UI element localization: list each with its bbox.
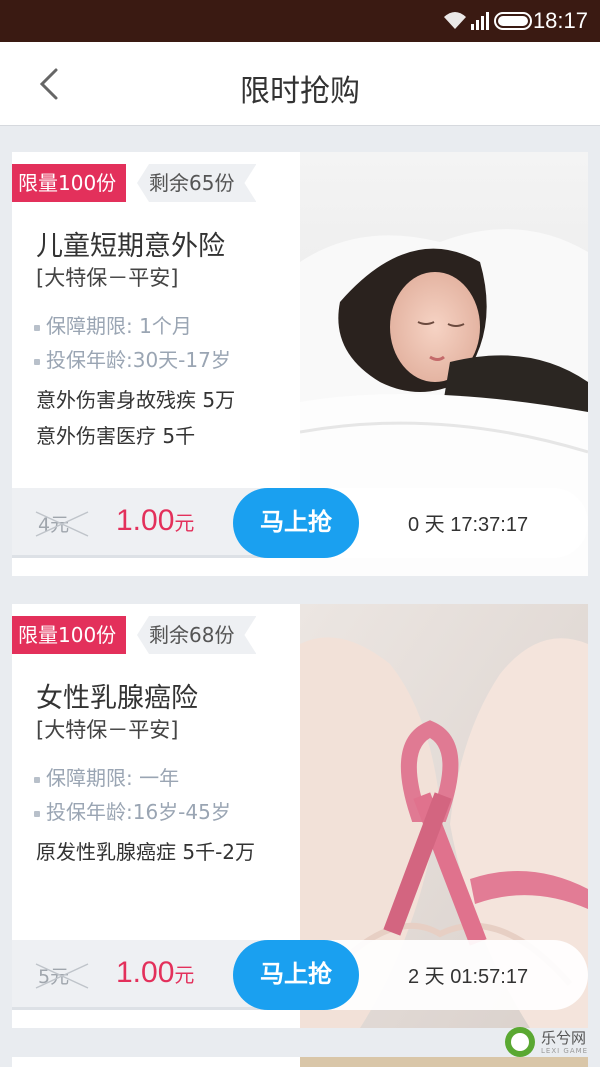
buy-now-button[interactable]: 马上抢 bbox=[233, 488, 359, 558]
coverage-item: 意外伤害身故残疾 5万 bbox=[36, 388, 236, 412]
product-name: 女性乳腺癌险 bbox=[36, 683, 198, 714]
bullet-icon bbox=[34, 776, 40, 783]
coverage-period-text: 保障期限: 1个月 bbox=[46, 314, 192, 338]
strikethrough-icon bbox=[35, 963, 89, 989]
original-price: 4元 bbox=[35, 510, 89, 538]
remaining-badge: 剩余68份 bbox=[137, 616, 256, 654]
signal-icon bbox=[471, 12, 489, 30]
insured-age-text: 投保年龄:16岁-45岁 bbox=[46, 800, 231, 824]
countdown-timer: 2 天 01:57:17 bbox=[408, 966, 529, 988]
bullet-icon bbox=[34, 324, 40, 331]
leaf-logo-icon bbox=[505, 1027, 535, 1057]
product-name: 儿童短期意外险 bbox=[36, 231, 225, 262]
sale-price-value: 1.00 bbox=[116, 504, 175, 537]
coverage-period-text: 保障期限: 一年 bbox=[46, 766, 180, 790]
watermark-subtext: LEXI GAME bbox=[541, 1047, 589, 1055]
bullet-icon bbox=[34, 358, 40, 365]
buy-now-button[interactable]: 马上抢 bbox=[233, 940, 359, 1010]
bullet-icon bbox=[34, 810, 40, 817]
watermark-logo: 乐兮网 LEXI GAME bbox=[505, 1025, 595, 1065]
product-card[interactable]: 限量100份 剩余68份 女性乳腺癌险 [大特保－平安] 保障期限: 一年 投保… bbox=[12, 604, 588, 1028]
sale-price-unit: 元 bbox=[174, 965, 195, 987]
sale-price-value: 1.00 bbox=[116, 956, 175, 989]
app-header: 限时抢购 bbox=[0, 42, 600, 126]
limit-badge: 限量100份 bbox=[12, 616, 127, 654]
countdown-timer: 0 天 17:37:17 bbox=[408, 514, 529, 536]
sale-price: 1.00元 bbox=[116, 504, 194, 538]
page-title: 限时抢购 bbox=[240, 74, 360, 109]
product-card[interactable]: 限量100份 剩余65份 儿童短期意外险 [大特保－平安] 保障期限: 1个月 … bbox=[12, 152, 588, 576]
purchase-bar: 5元 1.00元 2 天 01:57:17 马上抢 bbox=[12, 940, 588, 1012]
coverage-item: 意外伤害医疗 5千 bbox=[36, 424, 196, 448]
original-price: 5元 bbox=[35, 962, 89, 990]
strikethrough-icon bbox=[35, 511, 89, 537]
coverage-item: 原发性乳腺癌症 5千-2万 bbox=[36, 840, 256, 864]
status-bar: 18:17 bbox=[0, 0, 600, 42]
sale-price-unit: 元 bbox=[174, 513, 195, 535]
wifi-icon bbox=[444, 12, 466, 29]
product-company: [大特保－平安] bbox=[36, 266, 179, 290]
status-time: 18:17 bbox=[532, 8, 588, 33]
remaining-badge: 剩余65份 bbox=[137, 164, 256, 202]
insured-age: 投保年龄:30天-17岁 bbox=[34, 344, 231, 373]
insured-age: 投保年龄:16岁-45岁 bbox=[34, 796, 231, 825]
purchase-bar: 4元 1.00元 0 天 17:37:17 马上抢 bbox=[12, 488, 588, 560]
watermark-text: 乐兮网 bbox=[541, 1029, 587, 1047]
product-card-peek[interactable] bbox=[12, 1057, 588, 1067]
insured-age-text: 投保年龄:30天-17岁 bbox=[46, 348, 231, 372]
sale-price: 1.00元 bbox=[116, 956, 194, 990]
limit-badge: 限量100份 bbox=[12, 164, 127, 202]
battery-icon bbox=[494, 12, 532, 30]
product-company: [大特保－平安] bbox=[36, 718, 179, 742]
coverage-period: 保障期限: 1个月 bbox=[34, 310, 192, 339]
coverage-period: 保障期限: 一年 bbox=[34, 762, 179, 791]
